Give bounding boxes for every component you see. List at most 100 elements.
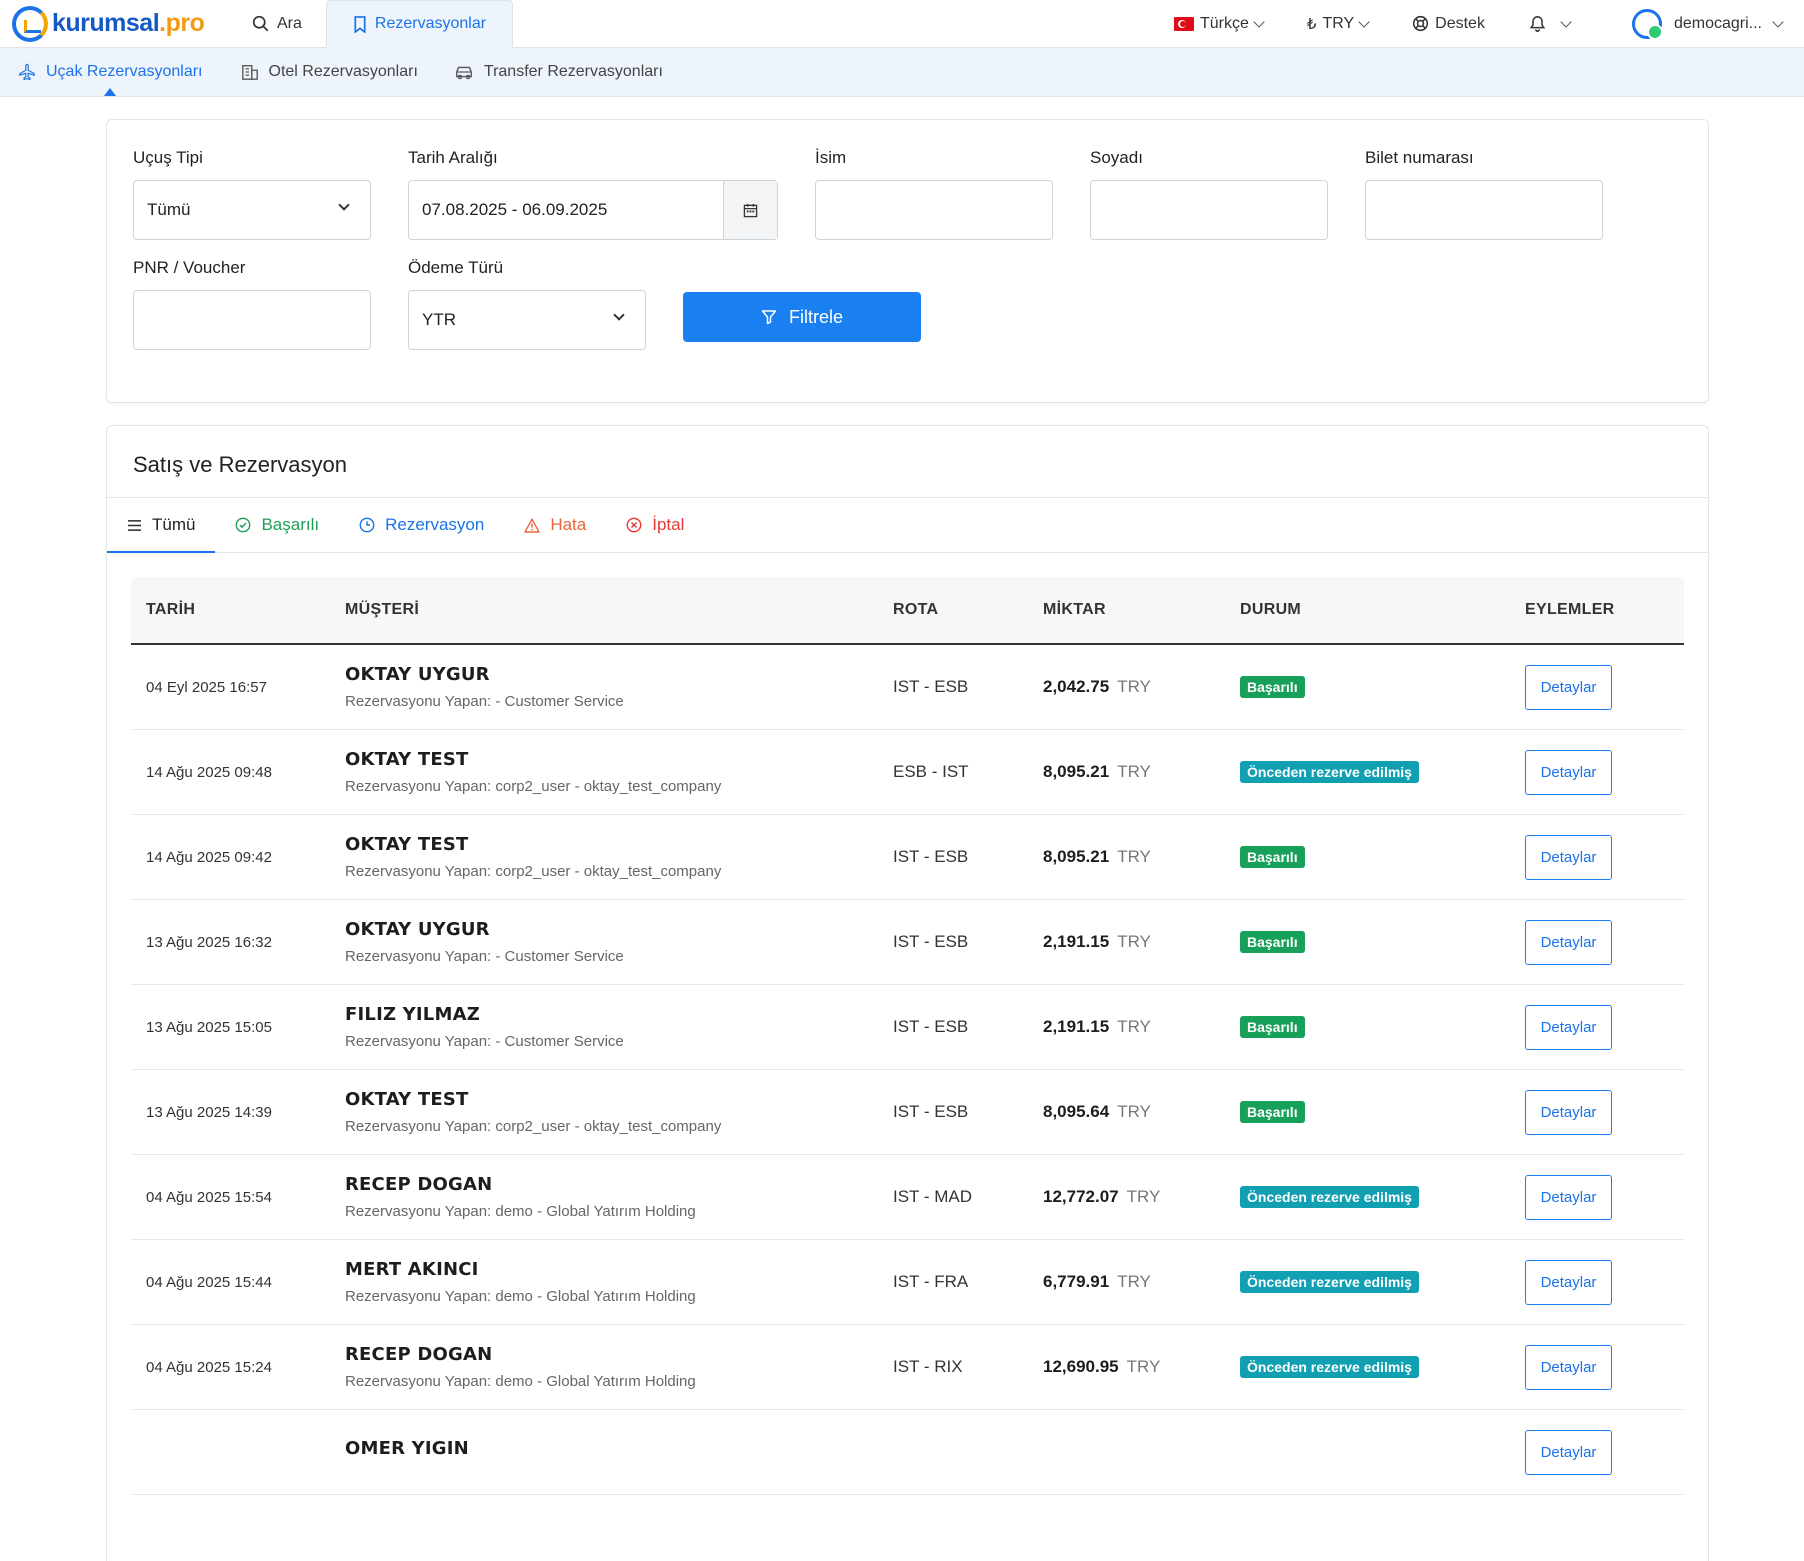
details-button[interactable]: Detaylar bbox=[1525, 834, 1612, 880]
row-status: Başarılı bbox=[1240, 1016, 1525, 1038]
ticket-number-input[interactable] bbox=[1365, 180, 1603, 240]
results-panel: Satış ve Rezervasyon Tümü Başarılı Rezer… bbox=[106, 425, 1709, 1561]
support-link[interactable]: Destek bbox=[1390, 15, 1507, 33]
notifications-button[interactable] bbox=[1507, 15, 1610, 33]
surname-field: Soyadı bbox=[1090, 148, 1328, 240]
row-customer: OKTAY TEST Rezervasyonu Yapan: corp2_use… bbox=[345, 749, 893, 795]
col-route-header[interactable]: ROTA bbox=[893, 601, 1043, 619]
row-date: 14 Ağu 2025 09:42 bbox=[146, 848, 272, 866]
row-amount: 8,095.64 TRY bbox=[1043, 1102, 1240, 1122]
customer-name: RECEP DOGAN bbox=[345, 1344, 493, 1365]
calendar-button[interactable] bbox=[723, 181, 777, 239]
tab-all[interactable]: Tümü bbox=[107, 498, 216, 553]
nav-search[interactable]: Ara bbox=[228, 0, 326, 47]
pnr-label: PNR / Voucher bbox=[133, 258, 246, 277]
date-range-label: Tarih Aralığı bbox=[408, 148, 498, 167]
date-range-input[interactable]: 07.08.2025 - 06.09.2025 bbox=[408, 180, 778, 240]
nav-reservations[interactable]: Rezervasyonlar bbox=[325, 0, 514, 48]
flight-type-label: Uçuş Tipi bbox=[133, 148, 203, 167]
details-button[interactable]: Detaylar bbox=[1525, 664, 1612, 710]
row-status: Önceden rezerve edilmiş bbox=[1240, 1186, 1525, 1208]
row-customer: OMER YIGIN bbox=[345, 1438, 893, 1467]
username: democagri... bbox=[1673, 14, 1762, 32]
reservations-table: TARİH MÜŞTERİ ROTA MİKTAR DURUM EYLEMLER… bbox=[131, 577, 1684, 1495]
name-input[interactable] bbox=[815, 180, 1053, 240]
customer-booked-by: Rezervasyonu Yapan: - Customer Service bbox=[345, 1033, 624, 1050]
row-route: ESB - IST bbox=[893, 762, 969, 781]
name-field: İsim bbox=[815, 148, 1053, 240]
flight-type-select[interactable]: Tümü bbox=[133, 180, 371, 240]
customer-name: OMER YIGIN bbox=[345, 1437, 469, 1459]
col-date-header[interactable]: TARİH bbox=[131, 601, 345, 619]
subnav-hotel-label: Otel Rezervasyonları bbox=[268, 63, 418, 80]
amount-currency: TRY bbox=[1117, 932, 1151, 951]
amount-currency: TRY bbox=[1126, 1187, 1161, 1206]
customer-booked-by: Rezervasyonu Yapan: corp2_user - oktay_t… bbox=[345, 778, 722, 795]
details-button[interactable]: Detaylar bbox=[1525, 919, 1612, 965]
language-selector[interactable]: Türkçe bbox=[1152, 15, 1285, 33]
details-button[interactable]: Detaylar bbox=[1525, 749, 1612, 795]
flight-type-field: Uçuş Tipi Tümü bbox=[133, 148, 371, 240]
date-range-value: 07.08.2025 - 06.09.2025 bbox=[422, 200, 608, 219]
car-icon bbox=[454, 63, 474, 81]
row-actions: Detaylar bbox=[1525, 834, 1665, 880]
customer-booked-by: Rezervasyonu Yapan: - Customer Service bbox=[345, 693, 624, 710]
filter-button[interactable]: Filtrele bbox=[683, 292, 921, 342]
row-actions: Detaylar bbox=[1525, 1259, 1665, 1305]
tab-reservation[interactable]: Rezervasyon bbox=[339, 498, 504, 552]
amount-value: 12,772.07 bbox=[1043, 1187, 1119, 1206]
tab-cancelled[interactable]: İptal bbox=[606, 498, 704, 552]
user-menu[interactable]: democagri... bbox=[1610, 8, 1804, 40]
details-button[interactable]: Detaylar bbox=[1525, 1174, 1612, 1220]
details-button[interactable]: Detaylar bbox=[1525, 1089, 1612, 1135]
amount-currency: TRY bbox=[1117, 677, 1151, 696]
turkey-flag-icon bbox=[1173, 16, 1194, 31]
top-navbar: kurumsal.pro Ara Rezervasyonlar Türkçe ₺… bbox=[0, 0, 1804, 48]
col-customer-header[interactable]: MÜŞTERİ bbox=[345, 601, 893, 619]
chevron-down-icon bbox=[1253, 15, 1265, 28]
plane-icon bbox=[18, 63, 36, 81]
details-button[interactable]: Detaylar bbox=[1525, 1429, 1612, 1475]
details-button[interactable]: Detaylar bbox=[1525, 1344, 1612, 1390]
tab-error[interactable]: Hata bbox=[504, 498, 606, 552]
row-actions: Detaylar bbox=[1525, 1004, 1665, 1050]
details-button[interactable]: Detaylar bbox=[1525, 1004, 1612, 1050]
row-amount bbox=[1043, 1442, 1240, 1462]
amount-currency: TRY bbox=[1117, 1017, 1151, 1036]
customer-booked-by: Rezervasyonu Yapan: demo - Global Yatırı… bbox=[345, 1203, 696, 1220]
customer-booked-by: Rezervasyonu Yapan: demo - Global Yatırı… bbox=[345, 1288, 696, 1305]
col-amount-header[interactable]: MİKTAR bbox=[1043, 601, 1240, 619]
table-row: 04 Eyl 2025 16:57 OKTAY UYGUR Rezervasyo… bbox=[131, 645, 1684, 730]
amount-currency: TRY bbox=[1126, 1357, 1161, 1376]
surname-input[interactable] bbox=[1090, 180, 1328, 240]
calendar-icon bbox=[743, 203, 758, 218]
table-header: TARİH MÜŞTERİ ROTA MİKTAR DURUM EYLEMLER bbox=[131, 577, 1684, 645]
row-route: IST - ESB bbox=[893, 932, 969, 951]
customer-booked-by: Rezervasyonu Yapan: corp2_user - oktay_t… bbox=[345, 1118, 722, 1135]
row-amount: 12,690.95 TRY bbox=[1043, 1357, 1240, 1377]
currency-selector[interactable]: ₺ TRY bbox=[1285, 15, 1390, 33]
table-row: 04 Ağu 2025 15:54 RECEP DOGAN Rezervasyo… bbox=[131, 1155, 1684, 1240]
row-route: IST - ESB bbox=[893, 847, 969, 866]
table-row: OMER YIGIN Detaylar bbox=[131, 1410, 1684, 1495]
lifebuoy-icon bbox=[1412, 15, 1429, 32]
row-status: Başarılı bbox=[1240, 846, 1525, 868]
payment-type-label: Ödeme Türü bbox=[408, 258, 504, 277]
pnr-input[interactable] bbox=[133, 290, 371, 350]
row-actions: Detaylar bbox=[1525, 1344, 1665, 1390]
amount-value: 8,095.21 bbox=[1043, 762, 1110, 781]
subnav-hotel[interactable]: Otel Rezervasyonları bbox=[221, 48, 436, 96]
status-badge: Başarılı bbox=[1240, 1101, 1305, 1123]
customer-name: FILIZ YILMAZ bbox=[345, 1004, 480, 1025]
subnav-flight[interactable]: Uçak Rezervasyonları bbox=[0, 48, 221, 96]
col-status-header[interactable]: DURUM bbox=[1240, 601, 1525, 619]
details-button[interactable]: Detaylar bbox=[1525, 1259, 1612, 1305]
flight-type-value: Tümü bbox=[147, 200, 191, 219]
brand-logo[interactable]: kurumsal.pro bbox=[0, 0, 230, 47]
payment-type-select[interactable]: YTR bbox=[408, 290, 646, 350]
row-status: Önceden rezerve edilmiş bbox=[1240, 1356, 1525, 1378]
tab-success-label: Başarılı bbox=[261, 515, 320, 534]
subnav-transfer[interactable]: Transfer Rezervasyonları bbox=[436, 48, 681, 96]
tab-success[interactable]: Başarılı bbox=[215, 498, 339, 552]
name-label: İsim bbox=[815, 148, 847, 167]
